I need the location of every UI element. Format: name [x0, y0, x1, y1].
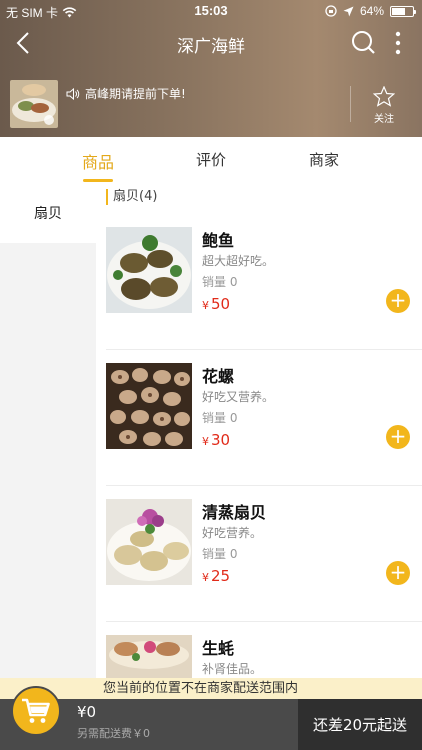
- product-image: [106, 227, 192, 313]
- product-desc: 补肾佳品。: [202, 662, 263, 676]
- shop-header: 无 SIM 卡 15:03 64% 深广海鲜 高峰期请提前下单! 关注: [0, 0, 422, 137]
- star-icon: [372, 85, 396, 107]
- currency: ¥: [202, 299, 209, 312]
- shop-notice: 高峰期请提前下单!: [85, 87, 186, 101]
- product-image: [106, 499, 192, 585]
- product-price: ¥50: [202, 295, 231, 313]
- divider: [106, 621, 422, 622]
- battery-percent: 64%: [359, 4, 384, 18]
- product-name: 鲍鱼: [202, 231, 235, 250]
- add-to-cart-button[interactable]: +: [386, 425, 410, 449]
- rotation-lock-icon: [325, 5, 337, 17]
- product-name: 生蚝: [202, 639, 235, 658]
- nav-bar: 深广海鲜: [0, 22, 422, 66]
- tab-merchant[interactable]: 商家: [294, 149, 354, 170]
- product-item[interactable]: 生蚝 补肾佳品。: [96, 635, 422, 678]
- cart-bar: ¥0 另需配送费￥0 还差20元起送: [0, 699, 422, 750]
- more-vertical-icon[interactable]: [388, 28, 408, 58]
- product-item[interactable]: 花螺 好吃又营养。 销量 0 ¥30 +: [96, 363, 422, 499]
- cart-icon: [22, 698, 50, 723]
- search-icon[interactable]: [350, 29, 376, 55]
- add-to-cart-button[interactable]: +: [386, 561, 410, 585]
- product-image: [106, 363, 192, 449]
- divider: [350, 86, 351, 122]
- product-sales: 销量 0: [202, 547, 238, 561]
- cart-total: ¥0: [77, 703, 97, 721]
- sidebar-item-scallop[interactable]: 扇贝: [0, 183, 96, 243]
- product-name: 清蒸扇贝: [202, 503, 267, 522]
- tab-active-indicator: [83, 179, 113, 182]
- divider: [106, 349, 422, 350]
- product-item[interactable]: 清蒸扇贝 好吃营养。 销量 0 ¥25 +: [96, 499, 422, 635]
- divider: [106, 485, 422, 486]
- delivery-warning: 您当前的位置不在商家配送范围内: [0, 678, 422, 699]
- battery-icon: [390, 5, 416, 17]
- follow-button[interactable]: 关注: [366, 85, 402, 125]
- checkout-button[interactable]: 还差20元起送: [298, 699, 422, 750]
- product-price: ¥30: [202, 431, 231, 449]
- currency: ¥: [202, 435, 209, 448]
- tab-bar: 商品 评价 商家: [0, 137, 422, 183]
- product-name: 花螺: [202, 367, 235, 386]
- product-sales: 销量 0: [202, 275, 238, 289]
- product-price: ¥25: [202, 567, 231, 585]
- tab-goods[interactable]: 商品: [68, 149, 128, 173]
- add-to-cart-button[interactable]: +: [386, 289, 410, 313]
- delivery-fee: 另需配送费￥0: [77, 727, 150, 740]
- currency: ¥: [202, 571, 209, 584]
- product-desc: 超大超好吃。: [202, 254, 275, 268]
- shop-info: 高峰期请提前下单! 关注: [10, 80, 412, 128]
- product-desc: 好吃又营养。: [202, 390, 275, 404]
- section-title: 扇贝(4): [106, 189, 157, 205]
- product-desc: 好吃营养。: [202, 526, 263, 540]
- product-list: 扇贝(4) 鲍鱼 超大超好吃。 销量 0 ¥50 + 花螺 好吃又营养。 销量 …: [96, 183, 422, 678]
- category-sidebar: 扇贝: [0, 183, 96, 678]
- cart-button[interactable]: [11, 686, 61, 736]
- tab-reviews[interactable]: 评价: [181, 149, 241, 170]
- product-sales: 销量 0: [202, 411, 238, 425]
- location-arrow-icon: [343, 6, 354, 16]
- follow-label: 关注: [374, 114, 394, 125]
- shop-logo: [10, 80, 58, 128]
- product-image: [106, 635, 192, 678]
- product-item[interactable]: 鲍鱼 超大超好吃。 销量 0 ¥50 +: [96, 227, 422, 363]
- status-bar: 无 SIM 卡 15:03 64%: [0, 0, 422, 22]
- speaker-icon: [66, 87, 80, 100]
